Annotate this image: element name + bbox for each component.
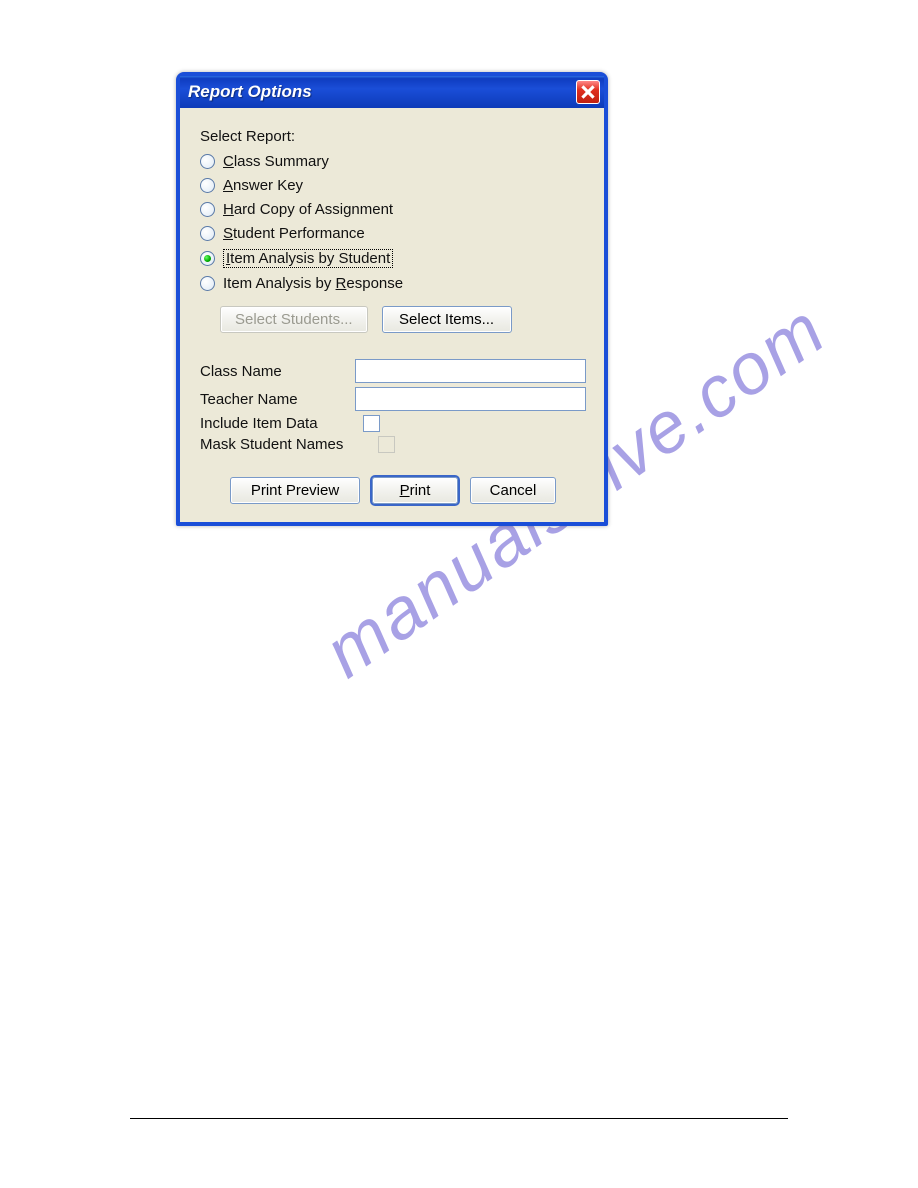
include-item-data-checkbox[interactable] bbox=[363, 415, 380, 432]
report-options-dialog: Report Options Select Report: Class Summ… bbox=[176, 72, 608, 526]
radio-icon bbox=[200, 251, 215, 266]
mask-student-names-row: Mask Student Names bbox=[200, 436, 586, 453]
radio-hard-copy[interactable]: Hard Copy of Assignment bbox=[200, 201, 586, 218]
radio-label: Class Summary bbox=[223, 153, 329, 170]
radio-label: Hard Copy of Assignment bbox=[223, 201, 393, 218]
titlebar: Report Options bbox=[180, 76, 604, 108]
radio-icon bbox=[200, 276, 215, 291]
action-button-row: Print Preview Print Cancel bbox=[200, 477, 586, 504]
cancel-button[interactable]: Cancel bbox=[470, 477, 556, 504]
radio-item-analysis-response[interactable]: Item Analysis by Response bbox=[200, 275, 586, 292]
page-footer-rule bbox=[130, 1118, 788, 1119]
close-button[interactable] bbox=[576, 80, 600, 104]
close-icon bbox=[581, 85, 595, 99]
print-preview-button[interactable]: Print Preview bbox=[230, 477, 360, 504]
radio-icon bbox=[200, 202, 215, 217]
radio-icon bbox=[200, 154, 215, 169]
radio-icon bbox=[200, 178, 215, 193]
class-name-row: Class Name bbox=[200, 359, 586, 383]
radio-label: Item Analysis by Response bbox=[223, 275, 403, 292]
class-name-input[interactable] bbox=[355, 359, 586, 383]
radio-icon bbox=[200, 226, 215, 241]
radio-student-performance[interactable]: Student Performance bbox=[200, 225, 586, 242]
include-item-data-row: Include Item Data bbox=[200, 415, 586, 432]
radio-class-summary[interactable]: Class Summary bbox=[200, 153, 586, 170]
radio-item-analysis-student[interactable]: Item Analysis by Student bbox=[200, 249, 586, 268]
radio-label: Item Analysis by Student bbox=[223, 249, 393, 268]
teacher-name-input[interactable] bbox=[355, 387, 586, 411]
select-students-button: Select Students... bbox=[220, 306, 368, 333]
form-fields: Class Name Teacher Name Include Item Dat… bbox=[200, 359, 586, 453]
radio-label: Student Performance bbox=[223, 225, 365, 242]
print-button[interactable]: Print bbox=[372, 477, 458, 504]
class-name-label: Class Name bbox=[200, 363, 355, 380]
select-report-label: Select Report: bbox=[200, 128, 586, 145]
radio-label: Answer Key bbox=[223, 177, 303, 194]
mask-student-names-label: Mask Student Names bbox=[200, 436, 370, 453]
select-items-button[interactable]: Select Items... bbox=[382, 306, 512, 333]
dialog-title: Report Options bbox=[188, 82, 312, 102]
mid-button-row: Select Students... Select Items... bbox=[220, 306, 586, 333]
teacher-name-row: Teacher Name bbox=[200, 387, 586, 411]
include-item-data-label: Include Item Data bbox=[200, 415, 355, 432]
dialog-content: Select Report: Class Summary Answer Key … bbox=[180, 108, 604, 522]
teacher-name-label: Teacher Name bbox=[200, 391, 355, 408]
radio-answer-key[interactable]: Answer Key bbox=[200, 177, 586, 194]
mask-student-names-checkbox bbox=[378, 436, 395, 453]
report-radio-group: Class Summary Answer Key Hard Copy of As… bbox=[200, 153, 586, 292]
